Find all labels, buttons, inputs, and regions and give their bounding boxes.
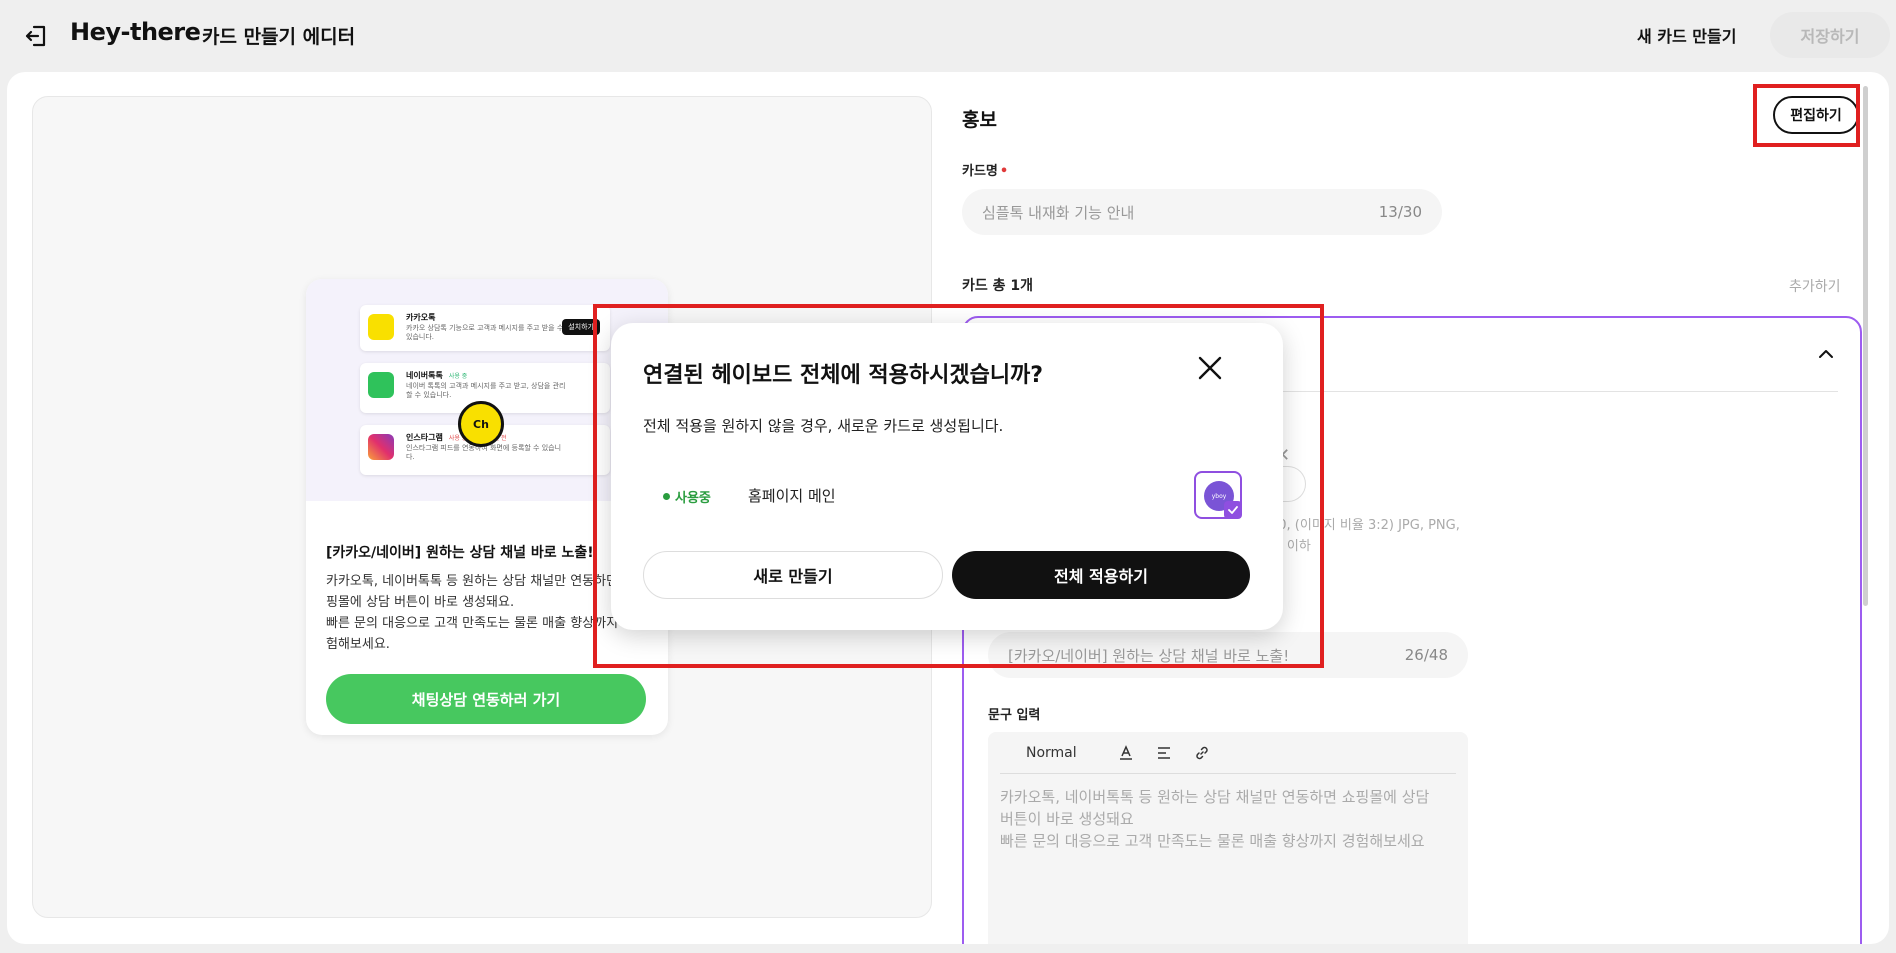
- body-editor[interactable]: Normal 카카오톡, 네이버톡톡 등 원하는 상담 채널만 연동하면 쇼핑몰…: [988, 732, 1468, 944]
- apply-all-modal: 연결된 헤이보드 전체에 적용하시겠습니까? 전체 적용을 원하지 않을 경우,…: [611, 323, 1283, 630]
- heyboard-page-name: 홈페이지 메인: [748, 487, 836, 505]
- close-icon[interactable]: [1193, 351, 1227, 385]
- kakao-channel-badge-icon: Ch: [458, 401, 504, 447]
- brand-logo: Hey-there: [70, 18, 201, 46]
- heyboard-thumbnail[interactable]: yboy: [1194, 471, 1242, 519]
- status-dot-icon: [663, 493, 670, 500]
- mini-item-kakao: 카카오톡 카카오 상담톡 기능으로 고객과 메시지를 주고 받을 수 있습니다.…: [360, 305, 610, 351]
- instagram-icon: [368, 434, 394, 460]
- align-icon[interactable]: [1153, 742, 1175, 764]
- apply-all-button[interactable]: 전체 적용하기: [952, 551, 1250, 599]
- card-cta-button[interactable]: 채팅상담 연동하러 가기: [326, 674, 646, 724]
- text-style-select[interactable]: Normal: [1026, 745, 1077, 761]
- body-label: 문구 입력: [988, 708, 1041, 723]
- card-name-label: 카드명 •: [962, 164, 1009, 179]
- naver-talk-icon: [368, 372, 394, 398]
- editor-toolbar: Normal: [1000, 732, 1456, 774]
- card-name-input[interactable]: 심플톡 내재화 기능 안내 13/30: [962, 189, 1442, 235]
- save-button[interactable]: 저장하기: [1770, 12, 1890, 58]
- card-total-label: 카드 총 1개: [962, 278, 1034, 294]
- mini-item-desc: 인스타그램 피드를 연동하여 화면에 등록할 수 있습니다.: [406, 444, 562, 461]
- mini-item-desc: 카카오 상담톡 기능으로 고객과 메시지를 주고 받을 수 있습니다.: [406, 324, 564, 341]
- mini-item-title: 카카오톡: [406, 313, 436, 322]
- top-bar: Hey-there 카드 만들기 에디터 새 카드 만들기 저장하기: [0, 0, 1896, 70]
- scrollbar[interactable]: [1863, 86, 1868, 606]
- new-card-button[interactable]: 새 카드 만들기: [1637, 23, 1736, 47]
- add-card-link[interactable]: 추가하기: [1789, 276, 1841, 296]
- chevron-up-icon[interactable]: [1816, 344, 1836, 364]
- exit-icon[interactable]: [22, 22, 50, 50]
- text-color-icon[interactable]: [1115, 742, 1137, 764]
- highlight-edit-button: [1753, 84, 1860, 147]
- mini-item-title: 네이버톡톡 사용 중: [406, 371, 468, 380]
- check-icon: [1224, 501, 1242, 519]
- kakao-icon: [368, 314, 394, 340]
- link-icon[interactable]: [1191, 742, 1213, 764]
- status-badge: 사용중: [663, 487, 711, 506]
- create-new-button[interactable]: 새로 만들기: [643, 551, 943, 599]
- modal-description: 전체 적용을 원하지 않을 경우, 새로운 카드로 생성됩니다.: [643, 417, 1004, 435]
- modal-title: 연결된 헤이보드 전체에 적용하시겠습니까?: [643, 363, 1044, 388]
- editor-text: 카카오톡, 네이버톡톡 등 원하는 상담 채널만 연동하면 쇼핑몰에 상담 버튼…: [1000, 788, 1430, 850]
- section-title: 홍보: [962, 109, 997, 131]
- mini-item-desc: 네이버 톡톡의 고객과 메시지를 주고 받고, 상담을 관리할 수 있습니다.: [406, 382, 566, 399]
- page-title: 카드 만들기 에디터: [202, 26, 356, 48]
